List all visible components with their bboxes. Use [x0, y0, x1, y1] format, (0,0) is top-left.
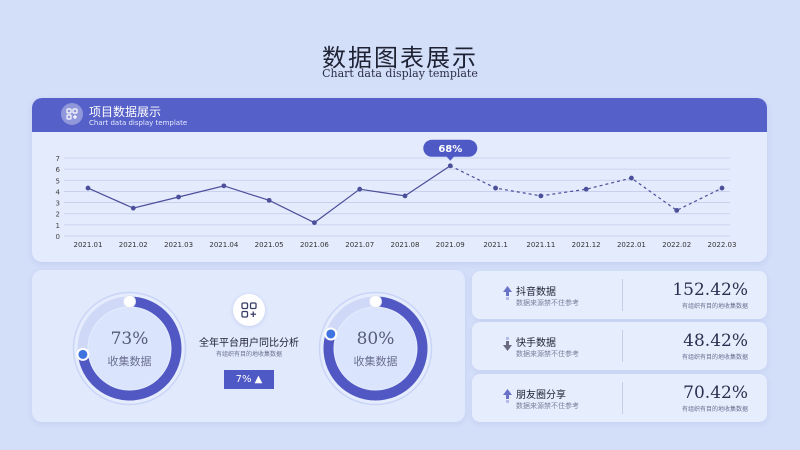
grid-plus-icon: [61, 103, 83, 125]
y-tick-label: 4: [56, 188, 61, 196]
x-tick-label: 2021.01: [74, 241, 103, 249]
stat-name: 朋友圈分享: [516, 390, 566, 401]
data-point: [357, 186, 363, 192]
donut-right-percent: 80%: [356, 329, 395, 349]
x-tick-label: 2021.05: [255, 241, 284, 249]
stat-desc: 数据来源禁不住参考: [516, 350, 579, 358]
comparison-subtitle: 有组织有目的地收集数据: [215, 351, 282, 358]
stat-value-sub: 有组织有目的地收集数据: [681, 406, 748, 413]
stat-card-moments: 朋友圈分享 数据来源禁不住参考 70.42% 有组织有目的地收集数据: [472, 374, 767, 422]
x-tick-label: 2021.11: [526, 241, 555, 249]
y-tick-label: 3: [56, 200, 60, 208]
stat-value: 70.42%: [683, 383, 748, 403]
donut-left-label: 收集数据: [107, 355, 152, 368]
stat-name: 快手数据: [516, 338, 556, 349]
y-tick-label: 2: [56, 211, 60, 219]
comparison-title: 全年平台用户同比分析: [199, 338, 299, 349]
line-chart-card: 项目数据展示 Chart data display template 0 1 2 3 4…: [32, 98, 767, 262]
divider: [622, 330, 623, 362]
x-tick-label: 2022.01: [617, 241, 646, 249]
donut-panel: 73% 收集数据 全年平台用户同比分析 有组织有目的地收集数据 7% ▲ 80%…: [32, 270, 465, 422]
stat-card-douyin: 抖音数据 数据来源禁不住参考 152.42% 有组织有目的地收集数据: [472, 271, 767, 319]
stat-name: 抖音数据: [516, 287, 556, 298]
y-tick-label: 6: [56, 166, 61, 174]
data-point: [130, 205, 136, 211]
data-point: [312, 220, 317, 226]
callout-label: 68%: [438, 144, 462, 155]
divider: [622, 279, 623, 311]
divider: [622, 382, 623, 414]
donut-start-knob: [123, 295, 136, 308]
callout-pointer: [446, 156, 455, 161]
page-subtitle: Chart data display template: [322, 67, 478, 80]
donut-right-label: 收集数据: [353, 355, 398, 368]
data-point: [221, 183, 227, 189]
x-tick-label: 2021.12: [572, 241, 601, 249]
arrow-up-icon: [503, 389, 512, 403]
data-point: [447, 163, 453, 169]
donut-left-percent: 73%: [110, 329, 149, 349]
x-tick-label: 2021.1: [483, 241, 508, 249]
card-title: 项目数据展示: [89, 105, 162, 119]
stat-card-kuaishou: 快手数据 数据来源禁不住参考 48.42% 有组织有目的地收集数据: [472, 322, 767, 370]
stat-value-sub: 有组织有目的地收集数据: [681, 354, 748, 361]
arrow-down-icon: [503, 337, 512, 351]
card-header: 项目数据展示 Chart data display template: [32, 98, 767, 132]
growth-badge: 7% ▲: [224, 370, 274, 389]
x-tick-label: 2021.04: [209, 241, 238, 249]
x-tick-label: 2021.06: [300, 241, 329, 249]
donut-start-knob: [369, 295, 382, 308]
data-point: [493, 185, 498, 191]
grid-plus-icon: [233, 294, 265, 326]
x-tick-label: 2021.09: [436, 241, 465, 249]
y-tick-label: 0: [56, 233, 60, 241]
data-point: [85, 185, 91, 191]
data-point: [719, 185, 725, 191]
y-tick-label: 1: [56, 222, 60, 230]
arrow-up-icon: [503, 286, 512, 300]
y-tick-label: 7: [56, 155, 60, 163]
x-tick-label: 2022.03: [708, 241, 737, 249]
x-tick-label: 2021.03: [164, 241, 193, 249]
stat-desc: 数据来源禁不住参考: [516, 299, 579, 307]
data-point: [583, 186, 589, 192]
card-subtitle: Chart data display template: [89, 119, 188, 127]
donut-left: 73% 收集数据: [72, 291, 187, 406]
x-tick-label: 2021.07: [345, 241, 374, 249]
x-tick-label: 2021.08: [391, 241, 420, 249]
x-tick-label: 2022.02: [662, 241, 691, 249]
data-point: [538, 193, 544, 199]
data-point: [266, 197, 272, 203]
data-point: [402, 193, 408, 199]
stat-value: 152.42%: [672, 280, 748, 300]
stat-value-sub: 有组织有目的地收集数据: [681, 303, 748, 310]
y-tick-label: 5: [56, 177, 60, 185]
donut-right: 80% 收集数据: [318, 291, 433, 406]
data-point: [176, 194, 181, 200]
x-tick-label: 2021.02: [119, 241, 148, 249]
stat-value: 48.42%: [683, 331, 748, 351]
line-chart: 0 1 2 3 4 5 6 7 2021.01 2021.02 2021.03 2021.04 2021…: [56, 139, 737, 249]
data-point: [629, 175, 634, 181]
data-point: [674, 207, 680, 213]
stat-desc: 数据来源禁不住参考: [516, 402, 579, 410]
